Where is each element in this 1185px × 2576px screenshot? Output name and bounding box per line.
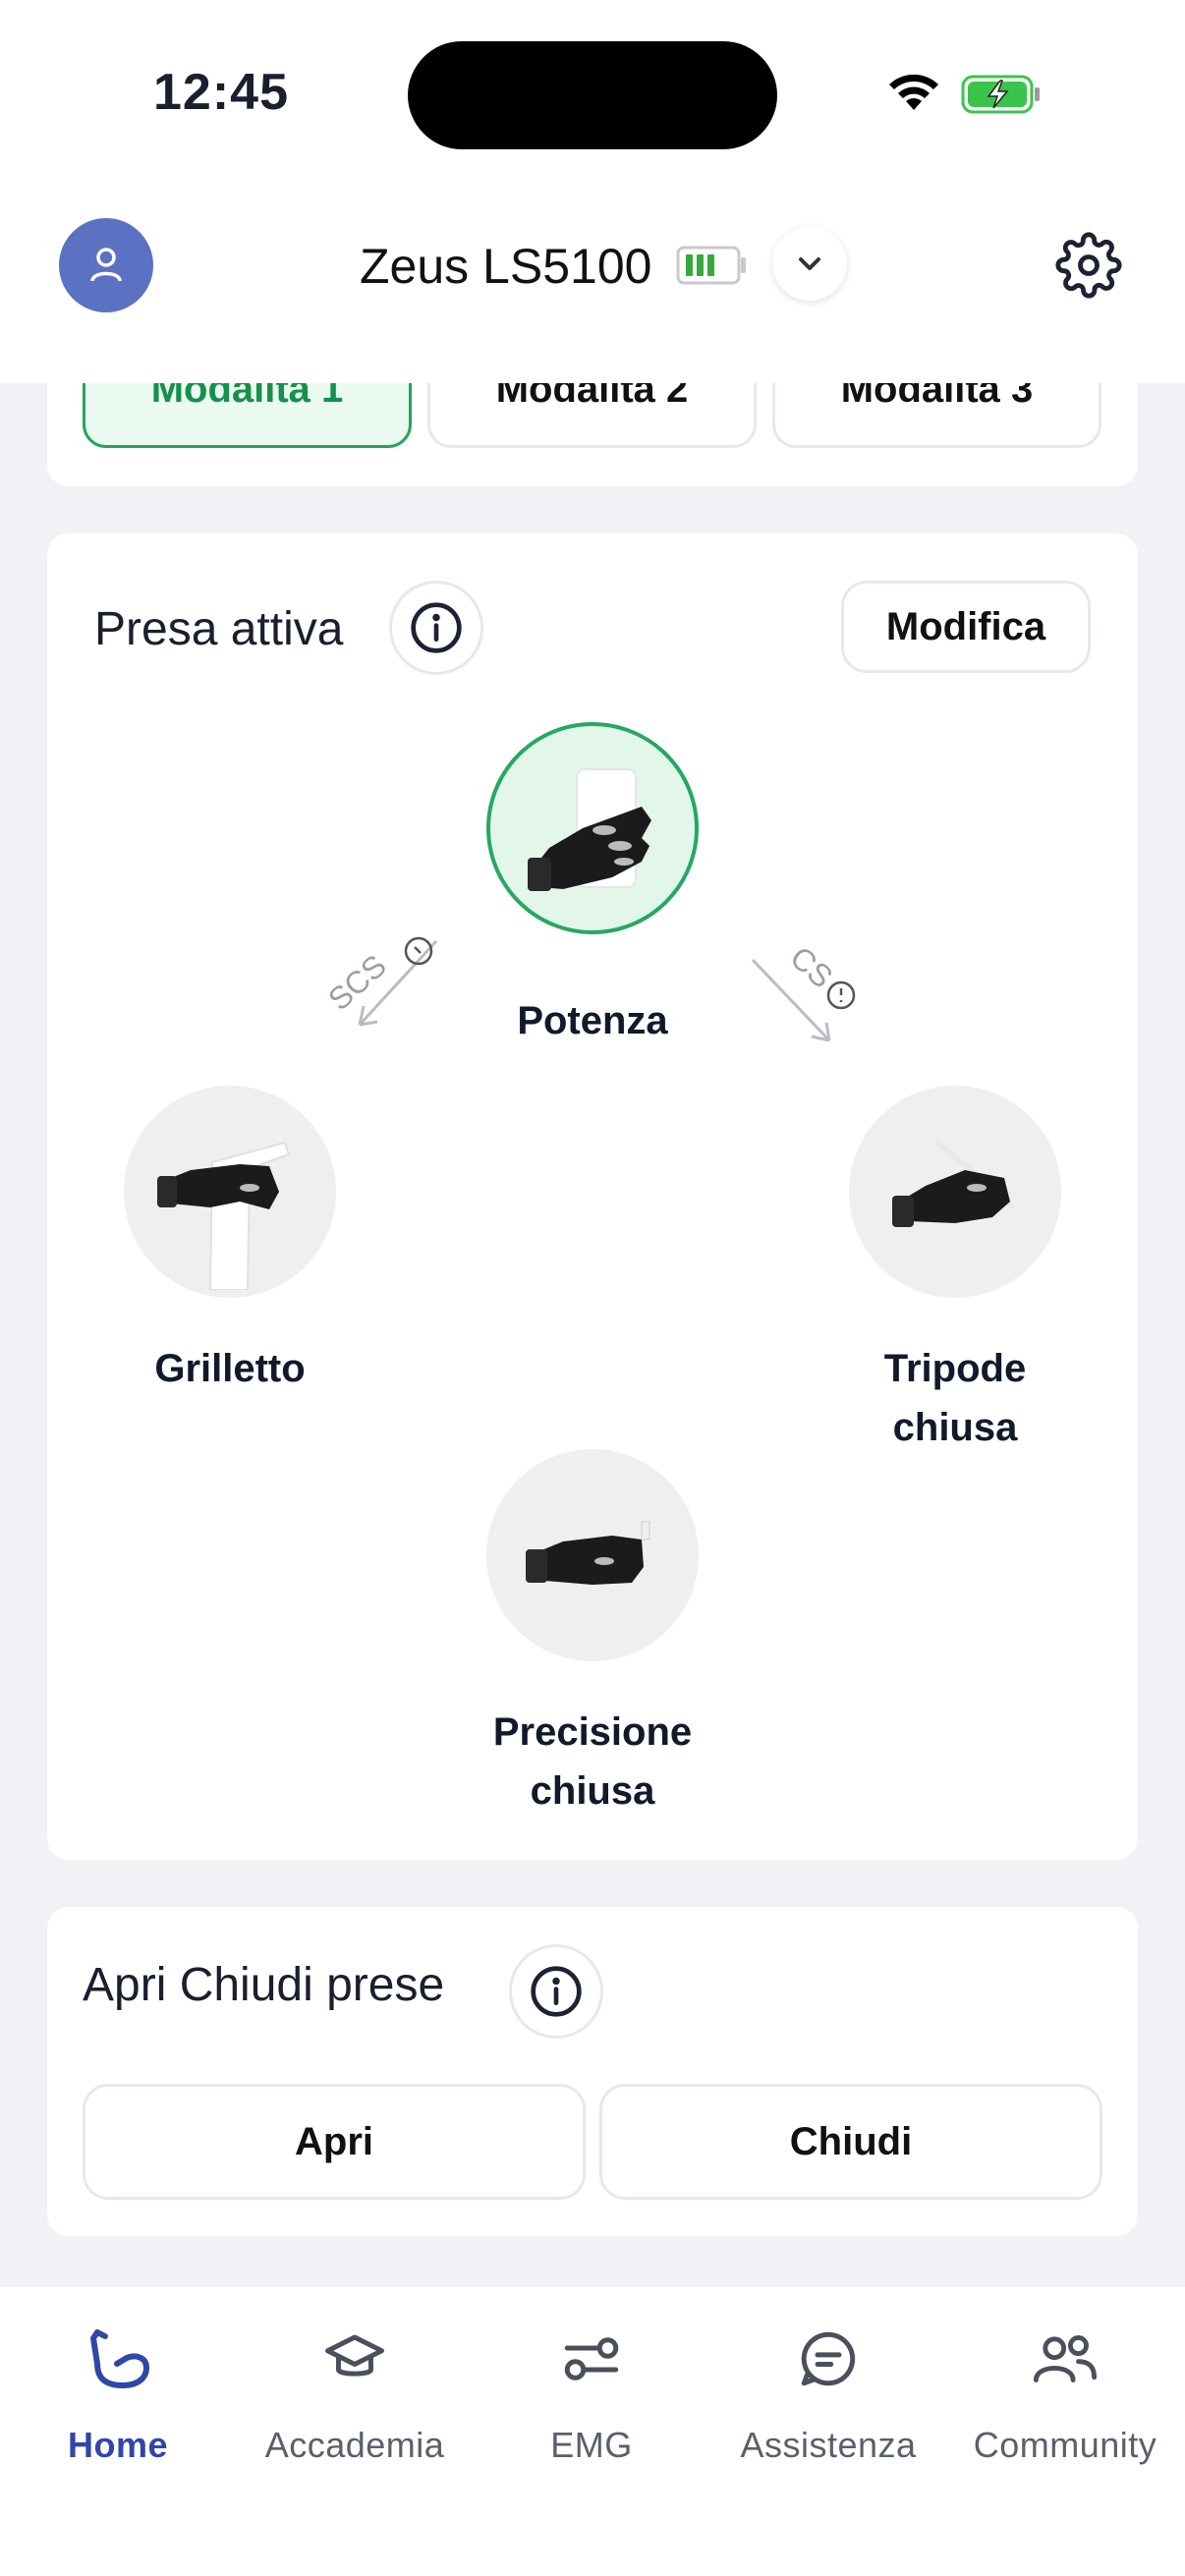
grip-closed-precision-label: Precisione chiusa	[492, 1710, 693, 1813]
grip-closed-tripod-label: Tripode chiusa	[883, 1347, 1027, 1449]
hand-tripod-grip-icon	[892, 1138, 1016, 1227]
open-close-card: Apri Chiudi prese Apri Chiudi	[47, 1907, 1138, 2236]
chat-bubble-icon	[801, 2331, 856, 2386]
open-button[interactable]: Apri	[83, 2084, 586, 2200]
close-button[interactable]: Chiudi	[599, 2084, 1102, 2200]
gear-icon	[1055, 232, 1122, 299]
battery-charging-icon	[961, 75, 1040, 114]
grip-trigger-label: Grilletto	[154, 1347, 306, 1390]
grip-power-label: Potenza	[517, 999, 668, 1042]
dynamic-island	[408, 41, 777, 149]
transition-left: SCS	[310, 931, 448, 1048]
transition-left-label: SCS	[321, 948, 393, 1018]
device-name: Zeus LS5100	[360, 239, 652, 294]
arrow-down-left-icon: SCS	[321, 936, 438, 1027]
device-dropdown-button[interactable]	[772, 226, 847, 301]
status-bar: 12:45	[0, 0, 1185, 187]
active-grip-card: Presa attiva Modifica Potenza SCS CS Gri…	[47, 533, 1138, 1860]
user-icon	[90, 248, 122, 282]
nav-emg[interactable]: EMG	[474, 2317, 709, 2466]
hand-power-grip-icon	[528, 768, 651, 891]
open-close-info-button[interactable]	[509, 1944, 603, 2039]
info-icon	[531, 1966, 582, 2017]
home-arm-icon	[90, 2329, 149, 2388]
profile-avatar-button[interactable]	[59, 218, 153, 312]
modify-button[interactable]: Modifica	[841, 581, 1091, 673]
nav-support[interactable]: Assistenza	[710, 2317, 946, 2466]
transition-right: CS	[735, 926, 892, 1053]
status-time: 12:45	[153, 64, 289, 121]
bottom-navigation: Home Accademia EMG Assistenza Community	[0, 2287, 1185, 2576]
app-header: Zeus LS5100	[0, 187, 1185, 383]
nav-community[interactable]: Community	[947, 2317, 1183, 2466]
wifi-icon	[889, 74, 938, 110]
device-battery-icon	[676, 246, 746, 285]
hand-trigger-grip-icon	[157, 1141, 291, 1290]
nav-academy[interactable]: Accademia	[237, 2317, 473, 2466]
settings-button[interactable]	[1051, 228, 1126, 303]
grip-trigger[interactable]	[124, 1086, 336, 1298]
grip-closed-tripod[interactable]	[849, 1086, 1061, 1298]
graduation-cap-icon	[325, 2334, 384, 2377]
arrow-down-right-icon: CS	[751, 939, 856, 1042]
info-icon	[411, 602, 462, 653]
sliders-icon	[564, 2337, 619, 2380]
grip-closed-precision[interactable]	[486, 1449, 699, 1661]
chevron-down-icon	[799, 257, 820, 270]
nav-home[interactable]: Home	[0, 2317, 236, 2466]
active-grip-info-button[interactable]	[389, 581, 483, 675]
users-icon	[1033, 2335, 1098, 2382]
open-close-title: Apri Chiudi prese	[83, 1959, 445, 2011]
grip-power[interactable]	[486, 722, 699, 934]
active-grip-title: Presa attiva	[94, 603, 344, 655]
hand-precision-grip-icon	[526, 1521, 650, 1585]
